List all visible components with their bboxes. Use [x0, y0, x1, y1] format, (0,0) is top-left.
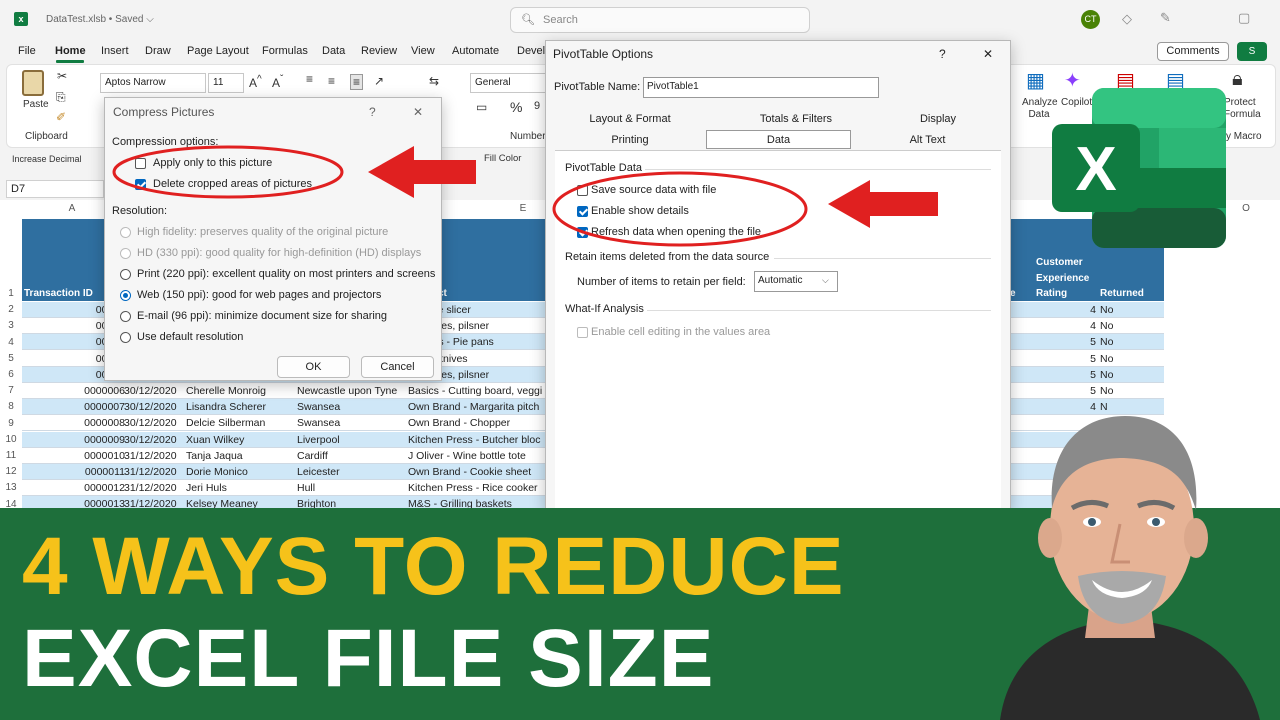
red-arrow-compress — [368, 146, 476, 198]
highlight-ellipse-compress — [112, 145, 344, 199]
banner-line-1: 4 WAYS TO REDUCE — [22, 521, 845, 612]
excel-logo-letter: X — [1075, 135, 1116, 204]
banner-line-2: EXCEL FILE SIZE — [22, 613, 715, 704]
excel-logo: X — [1052, 88, 1226, 248]
red-arrow-pivot — [828, 180, 938, 228]
highlight-ellipse-pivot — [552, 171, 808, 247]
presenter-photo — [1000, 416, 1260, 720]
